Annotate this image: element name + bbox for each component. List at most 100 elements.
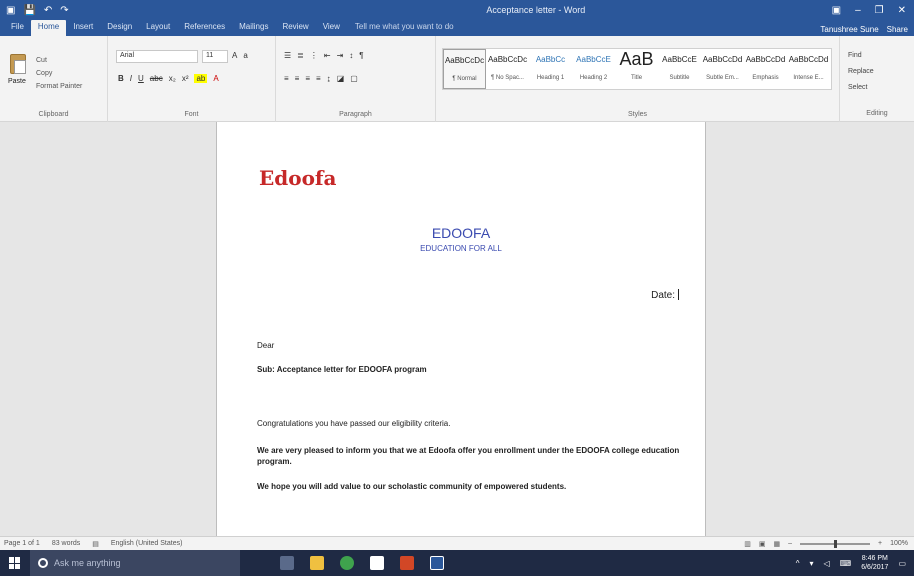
bold-icon[interactable]: B [118,74,124,83]
restore-icon[interactable]: ❐ [875,5,884,16]
word-count[interactable]: 83 words [52,540,80,547]
underline-icon[interactable]: U [138,74,144,83]
italic-icon[interactable]: I [130,74,132,83]
notifications-icon[interactable]: ▭ [898,559,906,568]
style-title[interactable]: AaB Title [615,49,658,89]
tell-me-box[interactable]: Tell me what you want to do [347,20,454,36]
read-mode-icon[interactable]: ▥ [744,540,751,548]
file-explorer-icon[interactable] [310,556,324,570]
style-emphasis[interactable]: AaBbCcDd Emphasis [744,49,787,89]
line-spacing-icon[interactable]: ↨ [327,74,331,83]
borders-icon[interactable]: ▢ [350,74,358,83]
tab-review[interactable]: Review [275,20,315,36]
zoom-in-icon[interactable]: + [878,540,882,547]
multilevel-list-icon[interactable]: ⋮ [310,51,318,60]
print-layout-icon[interactable]: ▣ [759,540,766,548]
tab-mailings[interactable]: Mailings [232,20,275,36]
decrease-indent-icon[interactable]: ⇤ [324,51,331,60]
sort-icon[interactable]: ↕ [349,51,353,60]
subscript-icon[interactable]: x₂ [169,74,176,83]
highlight-icon[interactable]: ab [194,74,208,83]
style-heading-2[interactable]: AaBbCcE Heading 2 [572,49,615,89]
style-subtitle[interactable]: AaBbCcE Subtitle [658,49,701,89]
clock[interactable]: 8:46 PM 6/6/2017 [861,554,888,572]
font-group-label: Font [184,111,199,118]
ribbon-tabs: File Home Insert Design Layout Reference… [0,20,914,36]
show-hidden-icons-icon[interactable]: ^ [796,559,800,568]
style-intense-emphasis[interactable]: AaBbCcDd Intense E... [787,49,830,89]
system-tray: ^ ▾ ◁ ⌨ 8:46 PM 6/6/2017 ▭ [796,554,914,572]
undo-icon[interactable]: ↶ [44,5,52,16]
keyboard-icon[interactable]: ⌨ [840,559,852,568]
shading-icon[interactable]: ◪ [337,74,345,83]
save-icon[interactable]: 💾 [23,5,35,16]
justify-icon[interactable]: ≡ [316,74,321,83]
replace-button[interactable]: Replace [848,64,874,80]
proofing-icon[interactable]: ▤ [92,540,99,548]
tab-view[interactable]: View [316,20,347,36]
tab-insert[interactable]: Insert [66,20,100,36]
redo-icon[interactable]: ↷ [60,5,68,16]
tab-design[interactable]: Design [100,20,139,36]
org-name: EDOOFA [431,225,491,241]
zoom-out-icon[interactable]: – [788,540,792,547]
find-button[interactable]: Find [848,48,874,64]
shrink-font-icon[interactable]: a [243,51,247,60]
show-marks-icon[interactable]: ¶ [359,51,363,60]
share-button[interactable]: Share [887,23,908,36]
store-icon[interactable] [370,556,384,570]
font-size-combo[interactable]: 11 [202,50,228,63]
cortana-search-box[interactable]: Ask me anything [30,550,240,576]
page-count[interactable]: Page 1 of 1 [4,540,40,547]
zoom-slider[interactable] [800,539,870,548]
ribbon: Paste Cut Copy Format Painter Clipboard … [0,36,914,122]
editing-group: Find Replace Select [848,48,874,96]
editing-group-label: Editing [866,110,888,117]
status-bar: Page 1 of 1 83 words ▤ English (United S… [0,536,914,550]
word-taskbar-icon[interactable] [430,556,444,570]
close-icon[interactable]: ✕ [898,5,906,16]
align-center-icon[interactable]: ≡ [295,74,300,83]
powerpoint-icon[interactable] [400,556,414,570]
tab-home[interactable]: Home [30,20,67,36]
align-right-icon[interactable]: ≡ [305,74,310,83]
select-button[interactable]: Select [848,80,874,96]
tab-file[interactable]: File [4,20,31,36]
task-view-icon[interactable] [280,556,294,570]
strikethrough-icon[interactable]: abc [150,74,163,83]
tab-layout[interactable]: Layout [139,20,177,36]
document-workspace[interactable]: Edoofa EDOOFA EDUCATION FOR ALL Date: De… [0,122,914,536]
style-no-spacing[interactable]: AaBbCcDc ¶ No Spac... [486,49,529,89]
paste-button[interactable]: Paste [8,54,30,88]
tab-references[interactable]: References [177,20,232,36]
copy-button[interactable]: Copy [36,67,82,80]
superscript-icon[interactable]: x² [182,74,189,83]
style-subtle-emphasis[interactable]: AaBbCcDd Subtle Em... [701,49,744,89]
cut-button[interactable]: Cut [36,54,82,67]
start-button[interactable] [0,550,30,576]
web-layout-icon[interactable]: ▦ [773,540,780,548]
bullets-icon[interactable]: ☰ [284,51,291,60]
numbering-icon[interactable]: ≣ [297,51,304,60]
date-line: Date: [651,289,679,301]
font-name-combo[interactable]: Arial [116,50,198,63]
volume-icon[interactable]: ◁ [823,559,829,568]
chrome-icon[interactable] [340,556,354,570]
style-heading-1[interactable]: AaBbCc Heading 1 [529,49,572,89]
document-page[interactable]: Edoofa EDOOFA EDUCATION FOR ALL Date: De… [216,122,706,536]
minimize-icon[interactable]: – [855,5,861,16]
network-icon[interactable]: ▾ [809,559,813,568]
increase-indent-icon[interactable]: ⇥ [337,51,344,60]
font-color-icon[interactable]: A [213,74,218,83]
account-name[interactable]: Tanushree Sune [820,23,878,36]
paragraph-1: Congratulations you have passed our elig… [257,419,451,428]
align-left-icon[interactable]: ≡ [284,74,289,83]
grow-font-icon[interactable]: A [232,51,237,60]
zoom-percent[interactable]: 100% [890,540,908,547]
zoom-slider-thumb[interactable] [834,539,837,548]
search-placeholder: Ask me anything [54,558,121,568]
language-indicator[interactable]: English (United States) [111,540,183,547]
ribbon-display-options-icon[interactable]: ▣ [832,5,841,16]
format-painter-button[interactable]: Format Painter [36,80,82,93]
style-normal[interactable]: AaBbCcDc ¶ Normal [443,49,486,89]
